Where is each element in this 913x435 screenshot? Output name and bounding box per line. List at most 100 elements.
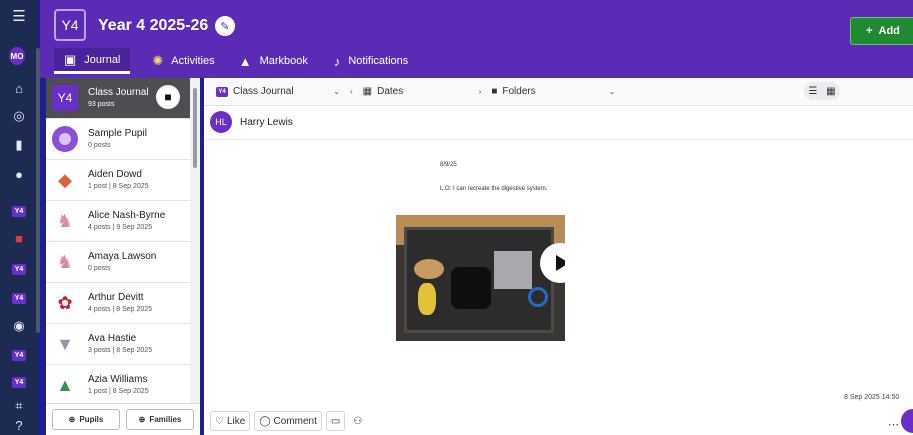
list-item[interactable]: ▼ Ava Hastie 3 posts | 8 Sep 2025 [46,324,190,365]
class-badge[interactable]: Y4 [54,9,86,41]
video-object [494,251,532,289]
dates-select[interactable]: ▦ Dates [357,82,475,102]
author-avatar: HL [210,111,232,133]
journal-select[interactable]: Y4 Class Journal ⌄ [210,82,346,102]
heart-icon: ♡ [215,415,224,427]
author-name: Harry Lewis [240,116,293,128]
folder-button[interactable]: ▭ [325,411,346,431]
list-item[interactable]: ◆ Aiden Dowd 1 post | 8 Sep 2025 [46,160,190,201]
home-icon[interactable]: ⌂ [11,80,27,96]
tab-journal[interactable]: ▣ Journal [54,48,131,74]
plus-icon: + [866,25,873,37]
help-icon[interactable]: ? [11,417,27,433]
parrot-avatar-icon: ◆ [58,169,72,190]
families-button[interactable]: ⊕ Families [126,409,194,430]
tag-pupils-button[interactable]: ⚇ [349,411,366,431]
folder-icon: ■ [491,86,498,97]
calendar-icon: ▦ [362,86,373,97]
tab-label: Markbook [259,55,308,67]
calendar-view-icon[interactable]: ▦ [826,86,835,97]
menu-icon[interactable]: ☰ [11,8,27,25]
scroll-thumb[interactable] [193,88,197,168]
journal-panel: Y4 Class Journal ⌄ ‹ ▦ Dates › ■ Folders… [204,78,913,435]
graduation-cap-icon: ▲ [238,53,252,69]
user-avatar[interactable]: MO [9,47,25,65]
list-item-name: Ava Hastie [88,332,137,344]
list-item-name: Aiden Dowd [88,168,142,180]
dates-label: Dates [377,86,404,97]
post-body: L.O: I can recreate the digestive system… [440,186,548,192]
rail-scrollbar[interactable] [36,48,40,333]
chevron-down-icon: ⌄ [333,87,340,96]
list-item-sub: 0 posts [88,141,111,149]
list-footer: ⊕ Pupils ⊕ Families [46,403,200,435]
list-item[interactable]: Sample Pupil 0 posts [46,119,190,160]
plus-circle-icon: ⊕ [68,415,76,424]
comment-button[interactable]: ◯ Comment [254,411,322,431]
list-item[interactable]: ♞ Amaya Lawson 0 posts [46,242,190,283]
chevron-right-icon[interactable]: › [479,87,482,96]
list-scrollbar[interactable] [190,78,200,403]
speech-bubble-icon: ◯ [259,415,271,427]
view-toggle[interactable]: ☰ ▦ [804,82,840,100]
icon-rail: ☰ MO ⌂ ◎ ▮ ● Y4 ■ Y4 Y4 ◉ Y4 Y4 ⌗ ? [0,0,40,435]
post-date: 8/9/25 [440,162,457,168]
post-timestamp: 8 Sep 2025 14:50 [844,394,900,401]
post-video[interactable] [396,215,565,341]
folder-icon[interactable]: ■ [156,85,180,109]
cow-avatar-icon: ♞ [56,210,74,231]
add-button[interactable]: + Add [850,17,913,45]
toggle-icon[interactable]: ◉ [11,318,27,334]
lightbulb-icon: ✺ [152,53,164,68]
tab-markbook[interactable]: ▲ Markbook [229,48,318,74]
app-tile-icon[interactable]: ■ [11,230,27,246]
list-item-sub: 3 posts | 8 Sep 2025 [88,346,153,354]
page-title: Year 4 2025-26 [98,17,209,34]
tab-bar: ▣ Journal ✺ Activities ▲ Markbook ♪ Noti… [54,48,418,74]
list-view-icon[interactable]: ☰ [808,86,817,97]
chat-icon[interactable]: ● [11,166,27,182]
plus-circle-icon: ⊕ [138,415,146,424]
chevron-left-icon[interactable]: ‹ [350,87,353,96]
list-item[interactable]: ✿ Arthur Devitt 4 posts | 8 Sep 2025 [46,283,190,324]
folders-label: Folders [502,86,536,97]
list-item-sub: 4 posts | 8 Sep 2025 [88,305,153,313]
class-badge-5[interactable]: Y4 [11,374,27,390]
turtle-avatar-icon: ▲ [56,374,74,395]
post-author: HL Harry Lewis [210,111,293,133]
class-avatar: Y4 [52,85,78,111]
compass-icon[interactable]: ◎ [11,108,27,124]
y4-mini-badge: Y4 [216,86,228,97]
video-object [418,283,436,315]
tab-notifications[interactable]: ♪ Notifications [324,48,418,74]
list-item-class-journal[interactable]: Y4 Class Journal 93 posts ■ [46,78,190,119]
folders-select[interactable]: ■ Folders ⌄ [485,82,621,102]
list-item[interactable]: ♞ Alice Nash-Byrne 4 posts | 9 Sep 2025 [46,201,190,242]
class-badge-4[interactable]: Y4 [11,347,27,363]
pupils-button[interactable]: ⊕ Pupils [52,409,120,430]
qr-code-icon[interactable]: ⌗ [11,398,27,414]
more-options-icon[interactable]: ⋯ [888,418,899,431]
tab-label: Journal [84,53,121,66]
tab-activities[interactable]: ✺ Activities [142,48,224,74]
list-item-sub: 4 posts | 9 Sep 2025 [88,223,153,231]
list-item[interactable]: ▲ Azia Williams 1 post | 8 Sep 2025 [46,365,190,403]
divider [204,139,913,140]
list-item-sub: 0 posts [88,264,111,272]
bell-icon: ♪ [333,53,341,69]
bookmark-icon[interactable]: ▮ [11,137,27,153]
butterfly-avatar-icon: ✿ [57,292,73,313]
like-button[interactable]: ♡ Like [210,411,251,431]
list-item-sub: 93 posts [88,100,115,108]
video-object [528,287,548,307]
avatar [52,126,78,152]
comment-label: Comment [273,415,317,427]
list-item-name: Arthur Devitt [88,291,144,303]
class-badge-2[interactable]: Y4 [11,261,27,277]
chat-bubble-icon[interactable] [901,409,913,433]
class-badge-1[interactable]: Y4 [11,203,27,219]
wrench-icon[interactable]: ✎ [215,16,235,36]
list-item-name: Sample Pupil [88,127,147,139]
class-badge-3[interactable]: Y4 [11,290,27,306]
add-button-label: Add [878,25,900,37]
